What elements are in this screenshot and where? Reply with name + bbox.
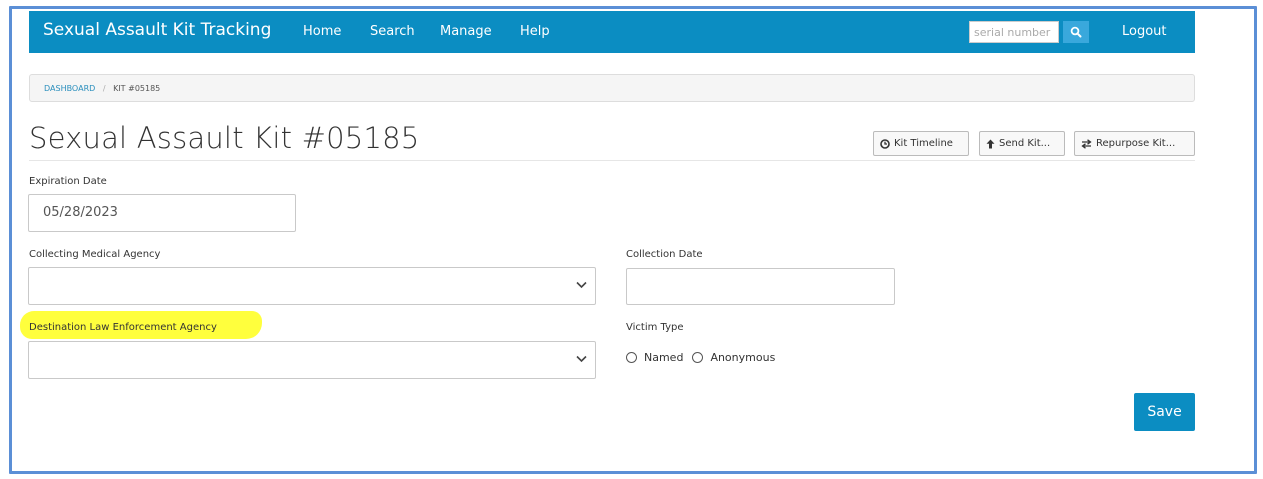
brand-title[interactable]: Sexual Assault Kit Tracking bbox=[43, 20, 271, 40]
expiration-date-label: Expiration Date bbox=[29, 176, 107, 187]
collecting-agency-label: Collecting Medical Agency bbox=[29, 249, 161, 260]
nav-help[interactable]: Help bbox=[520, 24, 550, 39]
search-icon bbox=[1070, 26, 1082, 38]
radio-named[interactable] bbox=[626, 352, 637, 363]
radio-named-label[interactable]: Named bbox=[644, 351, 683, 364]
page-title: Sexual Assault Kit #05185 bbox=[29, 121, 420, 155]
top-navbar: Sexual Assault Kit Tracking Home Search … bbox=[29, 11, 1195, 53]
search-button[interactable] bbox=[1063, 21, 1089, 43]
clock-icon bbox=[880, 138, 890, 149]
send-kit-label: Send Kit... bbox=[999, 138, 1051, 149]
collection-date-field[interactable] bbox=[626, 268, 895, 305]
breadcrumb: DASHBOARD / KIT #05185 bbox=[29, 74, 1195, 102]
nav-home[interactable]: Home bbox=[303, 24, 341, 39]
destination-agency-select[interactable] bbox=[28, 341, 596, 379]
destination-agency-label: Destination Law Enforcement Agency bbox=[29, 322, 217, 333]
repurpose-kit-label: Repurpose Kit... bbox=[1096, 138, 1176, 149]
breadcrumb-dashboard[interactable]: DASHBOARD bbox=[44, 84, 95, 93]
breadcrumb-current: KIT #05185 bbox=[113, 84, 161, 93]
title-divider bbox=[29, 160, 1195, 161]
chevron-down-icon bbox=[576, 355, 587, 363]
arrow-up-icon bbox=[986, 139, 995, 148]
breadcrumb-separator: / bbox=[102, 84, 106, 93]
victim-type-radio-group: Named Anonymous bbox=[626, 351, 784, 364]
swap-arrows-icon bbox=[1081, 138, 1092, 149]
collection-date-label: Collection Date bbox=[626, 249, 703, 260]
save-button[interactable]: Save bbox=[1134, 393, 1195, 431]
send-kit-button[interactable]: Send Kit... bbox=[979, 131, 1065, 156]
kit-timeline-label: Kit Timeline bbox=[894, 138, 953, 149]
collecting-agency-select[interactable] bbox=[28, 267, 596, 305]
nav-search[interactable]: Search bbox=[370, 24, 415, 39]
victim-type-label: Victim Type bbox=[626, 322, 684, 333]
kit-timeline-button[interactable]: Kit Timeline bbox=[873, 131, 969, 156]
chevron-down-icon bbox=[576, 281, 587, 289]
serial-number-input[interactable] bbox=[969, 21, 1059, 43]
nav-logout[interactable]: Logout bbox=[1122, 24, 1167, 39]
radio-anonymous[interactable] bbox=[692, 352, 704, 363]
radio-anonymous-label[interactable]: Anonymous bbox=[710, 351, 775, 364]
repurpose-kit-button[interactable]: Repurpose Kit... bbox=[1074, 131, 1195, 156]
nav-manage[interactable]: Manage bbox=[440, 24, 492, 39]
expiration-date-field[interactable]: 05/28/2023 bbox=[28, 194, 296, 232]
